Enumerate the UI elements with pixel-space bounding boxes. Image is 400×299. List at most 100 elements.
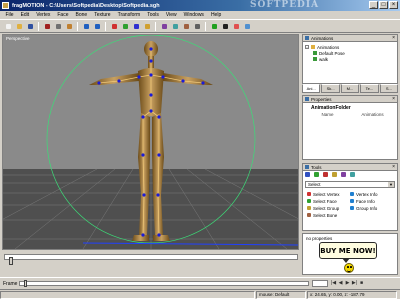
properties-panel-header: Properties ×	[303, 96, 397, 103]
menu-windows[interactable]: Windows	[180, 12, 207, 18]
tab-meshes[interactable]: M...	[340, 84, 360, 93]
toolbar-separator	[155, 21, 156, 31]
undo-icon[interactable]	[81, 21, 91, 31]
column-name: Name	[321, 112, 334, 117]
model-left-foot	[132, 235, 149, 241]
face-mode-icon[interactable]	[170, 21, 180, 31]
vertex-icon	[307, 192, 311, 196]
move-icon[interactable]	[120, 21, 130, 31]
paste-icon[interactable]	[64, 21, 74, 31]
copy-icon[interactable]	[53, 21, 63, 31]
stop-icon[interactable]	[220, 21, 230, 31]
camera-icon[interactable]	[242, 21, 252, 31]
tab-scene[interactable]: S...	[379, 84, 399, 93]
bone-mode-icon[interactable]	[181, 21, 191, 31]
tree-item-walk[interactable]: walk	[305, 56, 395, 62]
viewport-floor	[3, 169, 298, 249]
menu-file[interactable]: File	[2, 12, 17, 18]
tool-face-info[interactable]: Face Info	[350, 198, 393, 204]
menu-texture[interactable]: Texture	[91, 12, 114, 18]
frame-number-input[interactable]	[312, 280, 328, 287]
uv-icon[interactable]	[350, 172, 355, 177]
menu-view[interactable]: View	[162, 12, 180, 18]
properties-table: AnimationFolder Name Animations	[303, 103, 397, 119]
menu-face[interactable]: Face	[54, 12, 72, 18]
redo-icon[interactable]	[92, 21, 102, 31]
animations-panel: Animations × - Animations Default Pose w…	[302, 34, 398, 84]
tool-select-group[interactable]: Select Group	[307, 205, 350, 211]
close-icon[interactable]: ×	[392, 35, 395, 41]
properties-columns: Name Animations	[305, 112, 395, 117]
tree-label: Animations	[317, 44, 340, 50]
timeline-track[interactable]	[4, 254, 298, 265]
last-frame-icon[interactable]: ▶|	[351, 280, 358, 287]
toolbar-separator	[205, 21, 206, 31]
arrow-icon[interactable]	[305, 172, 310, 177]
tool-label: Select Vertex	[313, 191, 340, 197]
menu-vertex[interactable]: Vertex	[33, 12, 54, 18]
tool-label: Select Face	[313, 198, 337, 204]
frame-label: Frame	[3, 280, 18, 287]
viewport-canvas[interactable]	[3, 35, 298, 249]
tools-panel-title: Tools	[311, 164, 322, 170]
previous-frame-icon[interactable]: ◀	[337, 280, 344, 287]
frame-slider-knob[interactable]	[24, 280, 27, 287]
tab-animations[interactable]: Ani...	[302, 84, 321, 93]
record-icon[interactable]	[231, 21, 241, 31]
tool-group-info[interactable]: Group Info	[350, 205, 393, 211]
menu-bone[interactable]: Bone	[72, 12, 91, 18]
open-folder-icon[interactable]	[14, 21, 24, 31]
properties-panel-icon	[305, 97, 309, 101]
tools-icon-row	[303, 171, 397, 179]
menu-edit[interactable]: Edit	[17, 12, 33, 18]
rotate-icon[interactable]	[323, 172, 328, 177]
maximize-button[interactable]: □	[379, 1, 388, 9]
collapse-icon[interactable]: -	[305, 45, 309, 49]
chevron-down-icon[interactable]: ▼	[388, 182, 394, 187]
status-coordinates: x: 24.65, y: 0.00, z: -187.79	[307, 290, 397, 299]
save-icon[interactable]	[25, 21, 35, 31]
tab-skeleton[interactable]: Sk...	[321, 84, 340, 93]
info-icon	[350, 192, 354, 196]
select-icon[interactable]	[109, 21, 119, 31]
animations-panel-title: Animations	[311, 35, 334, 41]
paint-icon[interactable]	[341, 172, 346, 177]
scale-icon[interactable]	[332, 172, 337, 177]
3d-viewport[interactable]: Perspective	[2, 34, 299, 250]
tool-category-select[interactable]: Select ▼	[305, 181, 395, 188]
app-icon	[2, 2, 9, 9]
close-button[interactable]: ×	[389, 1, 398, 9]
smiley-icon[interactable]	[344, 263, 354, 273]
tool-vertex-info[interactable]: Vertex Info	[350, 191, 393, 197]
tool-select-face[interactable]: Select Face	[307, 198, 350, 204]
buy-now-button[interactable]: BUY ME NOW!	[319, 242, 377, 259]
close-icon[interactable]: ×	[392, 96, 395, 102]
menu-tools[interactable]: Tools	[144, 12, 163, 18]
menu-help[interactable]: Help	[207, 12, 224, 18]
frame-slider[interactable]	[19, 280, 309, 287]
rotate-icon[interactable]	[131, 21, 141, 31]
wireframe-icon[interactable]	[192, 21, 202, 31]
first-frame-icon[interactable]: |◀	[330, 280, 337, 287]
close-icon[interactable]: ×	[392, 164, 395, 170]
scale-icon[interactable]	[142, 21, 152, 31]
cut-icon[interactable]	[42, 21, 52, 31]
tab-textures[interactable]: Te...	[360, 84, 379, 93]
info-icon	[350, 206, 354, 210]
menu-transform[interactable]: Transform	[114, 12, 144, 18]
vertex-mode-icon[interactable]	[159, 21, 169, 31]
timeline-scroll-thumb[interactable]	[9, 257, 13, 265]
viewport-label: Perspective	[6, 36, 30, 41]
new-file-icon[interactable]	[3, 21, 13, 31]
tool-category-value: Select	[308, 182, 321, 187]
play-icon[interactable]: ▶	[344, 280, 351, 287]
stop-icon[interactable]: ■	[358, 280, 365, 287]
window-controls: _ □ ×	[369, 1, 398, 9]
status-bar: mouse: Default x: 24.65, y: 0.00, z: -18…	[0, 289, 400, 299]
play-icon[interactable]	[209, 21, 219, 31]
tool-select-bone[interactable]: Select Bone	[307, 212, 350, 218]
minimize-button[interactable]: _	[369, 1, 378, 9]
menu-bar: File Edit Vertex Face Bone Texture Trans…	[0, 11, 400, 20]
tool-select-vertex[interactable]: Select Vertex	[307, 191, 350, 197]
move-icon[interactable]	[314, 172, 319, 177]
